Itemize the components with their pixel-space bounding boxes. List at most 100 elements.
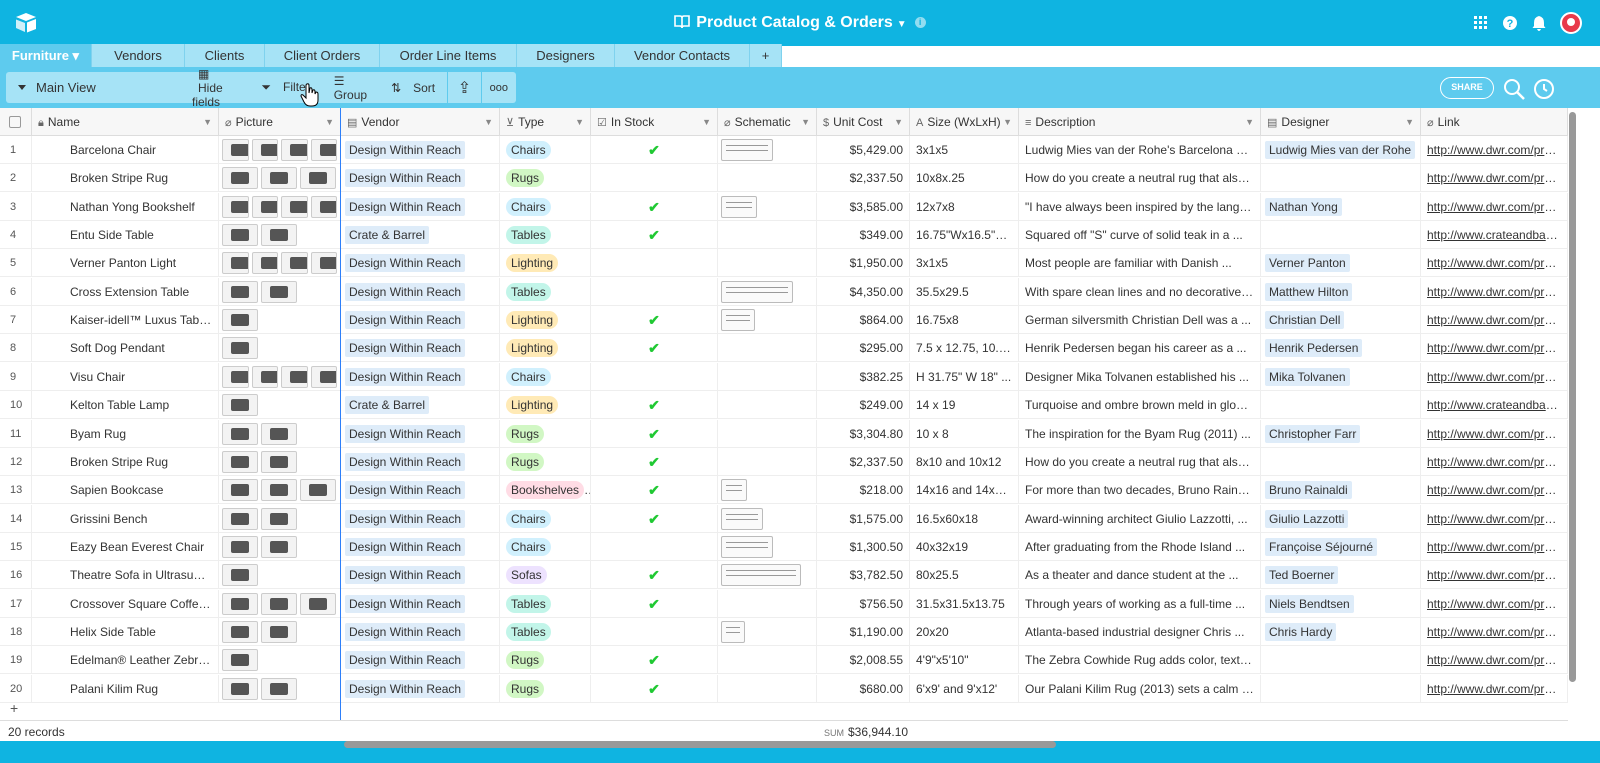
table-row[interactable]: 19 Edelman® Leather Zebra ... Design Withi… xyxy=(0,646,1568,675)
schematic-thumbnail[interactable] xyxy=(721,479,747,502)
table-row[interactable]: 8 Soft Dog Pendant Design Within Reach Ligh… xyxy=(0,334,1568,363)
designer-link-chip[interactable]: Ludwig Mies van der Rohe xyxy=(1265,141,1416,159)
unit-cost-cell[interactable]: $1,300.50 xyxy=(817,532,910,561)
designer-link-chip[interactable]: Verner Panton xyxy=(1265,254,1350,273)
description-cell[interactable]: Squared off "S" curve of solid teak in a… xyxy=(1019,221,1261,250)
picture-thumbnail[interactable] xyxy=(261,507,297,530)
sort-button[interactable]: ⇅ Sort xyxy=(385,81,441,95)
vendor-cell[interactable]: Design Within Reach xyxy=(341,646,500,675)
table-row[interactable]: 4 Entu Side Table Crate & Barrel Tables ✔ $34… xyxy=(0,221,1568,250)
unit-cost-cell[interactable]: $5,429.00 xyxy=(817,136,910,164)
schematic-cell[interactable] xyxy=(718,617,817,646)
type-cell[interactable]: Sofas xyxy=(500,561,591,590)
unit-cost-cell[interactable]: $864.00 xyxy=(817,306,910,335)
picture-cell[interactable] xyxy=(219,646,341,675)
description-cell[interactable]: How do you create a neutral rug that als… xyxy=(1019,447,1261,476)
hide-fields-button[interactable]: ▦ Hide fields xyxy=(192,67,243,109)
apps-grid-icon[interactable] xyxy=(1474,16,1488,30)
link-cell[interactable]: http://www.dwr.com/prod... xyxy=(1421,419,1568,448)
picture-cell[interactable] xyxy=(219,391,341,420)
vendor-link-chip[interactable]: Design Within Reach xyxy=(345,282,466,301)
size-cell[interactable]: 80x25.5 xyxy=(910,561,1019,590)
unit-cost-cell[interactable]: $2,337.50 xyxy=(817,447,910,476)
picture-thumbnail[interactable] xyxy=(261,280,297,303)
link-cell[interactable]: http://www.dwr.com/prod... xyxy=(1421,674,1568,703)
picture-cell[interactable] xyxy=(219,617,341,646)
description-cell[interactable]: Award-winning architect Giulio Lazzotti,… xyxy=(1019,504,1261,533)
tab-client-orders[interactable]: Client Orders xyxy=(265,44,380,67)
chevron-down-icon[interactable]: ▼ xyxy=(575,108,584,136)
picture-thumbnail[interactable] xyxy=(251,139,278,161)
vendor-cell[interactable]: Design Within Reach xyxy=(341,504,500,533)
vendor-link-chip[interactable]: Design Within Reach xyxy=(345,169,466,188)
more-options-button[interactable]: ooo xyxy=(490,82,508,94)
tab-vendors[interactable]: Vendors xyxy=(92,44,185,67)
designer-link-chip[interactable]: Ted Boerner xyxy=(1265,566,1339,585)
tab-clients[interactable]: Clients xyxy=(185,44,265,67)
schematic-cell[interactable] xyxy=(718,221,817,250)
designer-link-chip[interactable]: Mika Tolvanen xyxy=(1265,367,1350,386)
vendor-cell[interactable]: Design Within Reach xyxy=(341,362,500,391)
size-cell[interactable]: H 31.75" W 18" ... xyxy=(910,362,1019,391)
in-stock-cell[interactable] xyxy=(591,249,718,278)
size-cell[interactable]: 10x8x.25 xyxy=(910,164,1019,193)
unit-cost-cell[interactable]: $1,950.00 xyxy=(817,249,910,278)
designer-cell[interactable]: Bruno Rainaldi xyxy=(1261,476,1421,505)
designer-link-chip[interactable]: Giulio Lazzotti xyxy=(1265,509,1349,528)
designer-link-chip[interactable]: Christopher Farr xyxy=(1265,424,1361,443)
product-url-link[interactable]: http://www.dwr.com/prod... xyxy=(1427,540,1567,554)
type-cell[interactable]: Lighting xyxy=(500,306,591,335)
vendor-link-chip[interactable]: Design Within Reach xyxy=(345,481,466,500)
product-url-link[interactable]: http://www.dwr.com/prod... xyxy=(1427,143,1567,157)
in-stock-cell[interactable]: ✔ xyxy=(591,561,718,590)
designer-link-chip[interactable]: Nathan Yong xyxy=(1265,197,1342,216)
unit-cost-cell[interactable]: $295.00 xyxy=(817,334,910,363)
table-row[interactable]: 1 Barcelona Chair Design Within Reach Chair… xyxy=(0,136,1568,164)
picture-thumbnail[interactable] xyxy=(300,479,336,502)
chevron-down-icon[interactable]: ▼ xyxy=(897,19,907,30)
in-stock-cell[interactable]: ✔ xyxy=(591,504,718,533)
description-cell[interactable]: Turquoise and ombre brown meld in glossy… xyxy=(1019,391,1261,420)
link-cell[interactable]: http://www.dwr.com/prod... xyxy=(1421,561,1568,590)
picture-thumbnail[interactable] xyxy=(251,365,278,388)
name-cell[interactable]: Entu Side Table xyxy=(32,221,219,250)
in-stock-cell[interactable] xyxy=(591,277,718,306)
schematic-thumbnail[interactable] xyxy=(721,564,801,587)
add-table-button[interactable]: + xyxy=(750,44,782,67)
designer-link-chip[interactable]: Matthew Hilton xyxy=(1265,282,1353,301)
in-stock-cell[interactable]: ✔ xyxy=(591,646,718,675)
unit-cost-cell[interactable]: $218.00 xyxy=(817,476,910,505)
unit-cost-cell[interactable]: $756.50 xyxy=(817,589,910,618)
designer-cell[interactable]: Henrik Pedersen xyxy=(1261,334,1421,363)
vendor-cell[interactable]: Design Within Reach xyxy=(341,419,500,448)
link-cell[interactable]: http://www.dwr.com/prod... xyxy=(1421,334,1568,363)
description-cell[interactable]: Henrik Pedersen began his career as a ..… xyxy=(1019,334,1261,363)
unit-cost-cell[interactable]: $2,008.55 xyxy=(817,646,910,675)
picture-thumbnail[interactable] xyxy=(310,139,337,161)
picture-thumbnail[interactable] xyxy=(261,224,297,247)
picture-thumbnail[interactable] xyxy=(281,195,308,218)
designer-link-chip[interactable]: Christian Dell xyxy=(1265,311,1345,330)
vendor-cell[interactable]: Design Within Reach xyxy=(341,334,500,363)
name-cell[interactable]: Visu Chair xyxy=(32,362,219,391)
vendor-cell[interactable]: Design Within Reach xyxy=(341,589,500,618)
size-cell[interactable]: 40x32x19 xyxy=(910,532,1019,561)
vendor-link-chip[interactable]: Design Within Reach xyxy=(345,622,466,641)
search-icon[interactable] xyxy=(1502,77,1526,101)
picture-cell[interactable] xyxy=(219,192,341,221)
schematic-cell[interactable] xyxy=(718,249,817,278)
description-cell[interactable]: Atlanta-based industrial designer Chris … xyxy=(1019,617,1261,646)
picture-cell[interactable] xyxy=(219,504,341,533)
type-cell[interactable]: Rugs xyxy=(500,447,591,476)
in-stock-cell[interactable]: ✔ xyxy=(591,589,718,618)
tab-furniture[interactable]: Furniture ▾ xyxy=(0,44,92,67)
schematic-cell[interactable] xyxy=(718,306,817,335)
product-url-link[interactable]: http://www.dwr.com/prod... xyxy=(1427,313,1567,327)
product-url-link[interactable]: http://www.dwr.com/prod... xyxy=(1427,568,1567,582)
table-row[interactable]: 5 Verner Panton Light Design Within Reach L… xyxy=(0,249,1568,278)
name-cell[interactable]: Broken Stripe Rug xyxy=(32,447,219,476)
designer-cell[interactable] xyxy=(1261,674,1421,703)
schematic-cell[interactable] xyxy=(718,674,817,703)
product-url-link[interactable]: http://www.dwr.com/prod... xyxy=(1427,512,1567,526)
unit-cost-cell[interactable]: $4,350.00 xyxy=(817,277,910,306)
